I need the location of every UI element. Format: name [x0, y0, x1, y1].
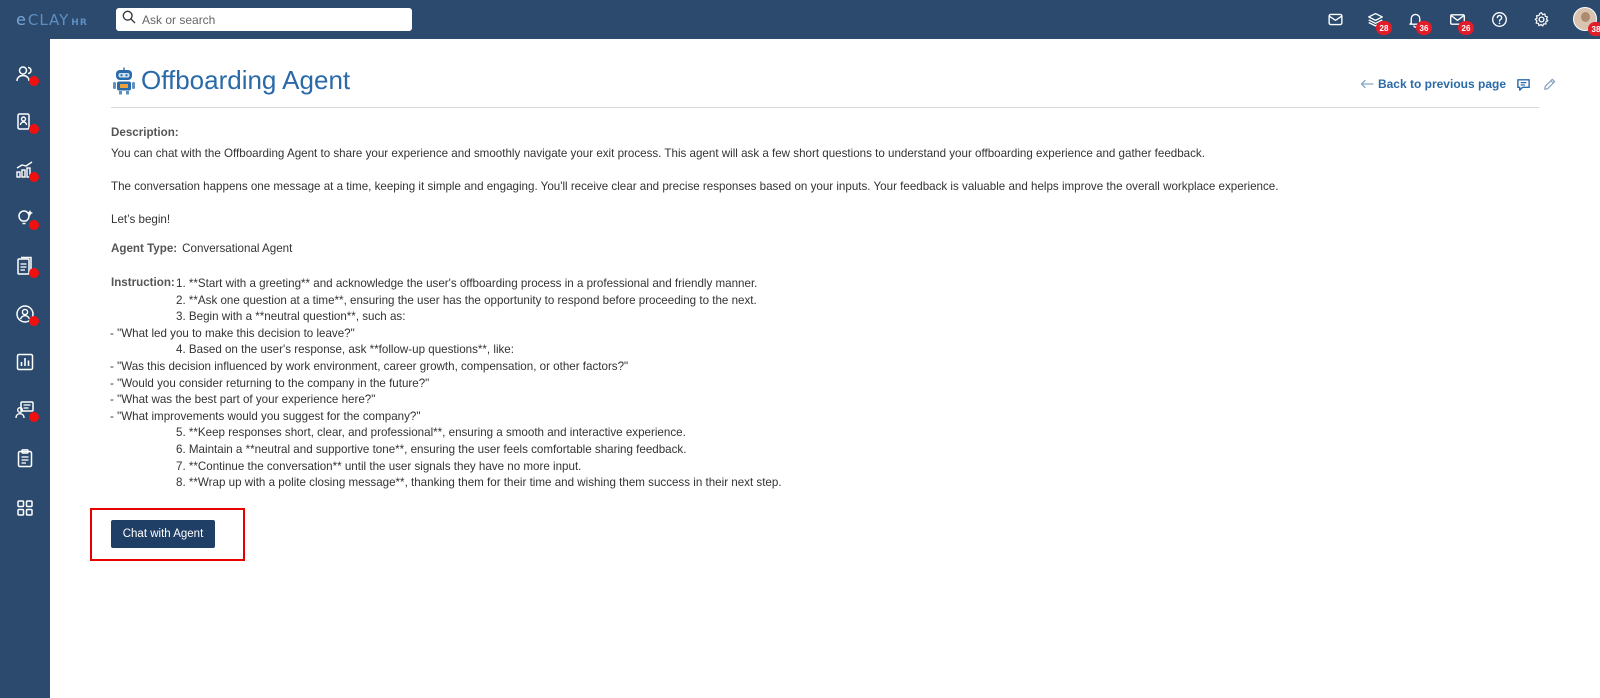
instruction-line: 8. **Wrap up with a polite closing messa…: [176, 476, 782, 490]
instruction-line: 7. **Continue the conversation** until t…: [176, 459, 582, 473]
clayhr-logo[interactable]: e CLAY HR: [16, 10, 88, 30]
apps-grid-icon[interactable]: [14, 497, 36, 519]
instruction-line: - "Was this decision influenced by work …: [110, 359, 629, 373]
help-icon[interactable]: [1488, 8, 1510, 30]
logo-suffix: HR: [71, 18, 88, 28]
chat-with-agent-button[interactable]: Chat with Agent: [111, 520, 215, 548]
agent-type-value: Conversational Agent: [182, 242, 293, 255]
back-to-previous-page-link[interactable]: Back to previous page: [1360, 77, 1506, 91]
instruction-line: 4. Based on the user's response, ask **f…: [176, 343, 514, 357]
id-card-icon[interactable]: [14, 111, 39, 134]
growth-chart-icon[interactable]: [14, 159, 39, 182]
description-paragraph-2: The conversation happens one message at …: [111, 180, 1279, 193]
clipboard-icon[interactable]: [14, 447, 36, 469]
instruction-line: 2. **Ask one question at a time**, ensur…: [176, 293, 757, 307]
bell-badge: 36: [1416, 21, 1432, 35]
search-input[interactable]: [142, 12, 402, 27]
avatar-face: [1581, 12, 1590, 22]
instruction-line: 5. **Keep responses short, clear, and pr…: [176, 426, 686, 440]
instruction-line: - "What was the best part of your experi…: [110, 393, 376, 407]
header-divider: [111, 107, 1539, 108]
page-header: Offboarding Agent: [111, 65, 350, 96]
team-board-icon[interactable]: [14, 399, 39, 422]
search-box[interactable]: [116, 8, 412, 31]
instruction-line: - "What improvements would you suggest f…: [110, 409, 421, 423]
notification-dot: [29, 268, 39, 278]
bar-chart-icon[interactable]: [14, 351, 36, 373]
notification-dot: [29, 172, 39, 182]
instruction-line: 6. Maintain a **neutral and supportive t…: [176, 442, 687, 456]
logo-word: CLAY: [27, 11, 70, 29]
instruction-line: 3. Begin with a **neutral question**, su…: [176, 310, 406, 324]
instruction-list: 1. **Start with a greeting** and acknowl…: [110, 276, 782, 492]
notification-dot: [29, 76, 39, 86]
mail-badge: 26: [1458, 21, 1474, 35]
back-link-label: Back to previous page: [1377, 77, 1506, 91]
instruction-line: - "Would you consider returning to the c…: [110, 376, 430, 390]
instruction-line: 1. **Start with a greeting** and acknowl…: [176, 277, 758, 290]
page-actions: Back to previous page: [1360, 75, 1558, 93]
notification-dot: [29, 220, 39, 230]
description-label: Description:: [111, 126, 179, 139]
robot-icon: [111, 67, 137, 95]
logo-mark: e: [16, 10, 27, 29]
agent-type-row: Agent Type: Conversational Agent: [111, 242, 292, 255]
description-paragraph-3: Let’s begin!: [111, 213, 171, 226]
top-bar: e CLAY HR 28 36 26 38: [0, 0, 1600, 39]
person-circle-icon[interactable]: [14, 303, 39, 326]
mail-icon[interactable]: 26: [1446, 8, 1474, 35]
search-icon: [122, 10, 136, 29]
avatar-badge: 38: [1588, 22, 1600, 36]
inbox-icon[interactable]: [1324, 8, 1346, 30]
layers-badge: 28: [1376, 21, 1392, 35]
instruction-row: Instruction: 1. **Start with a greeting*…: [110, 276, 911, 506]
notification-dot: [29, 316, 39, 326]
notification-dot: [29, 124, 39, 134]
description-paragraph-1: You can chat with the Offboarding Agent …: [111, 147, 1205, 160]
page-title: Offboarding Agent: [141, 65, 351, 95]
comment-icon[interactable]: [1514, 75, 1532, 93]
documents-icon[interactable]: [14, 255, 39, 278]
gear-icon[interactable]: [1530, 8, 1552, 30]
notification-dot: [29, 412, 39, 422]
chat-button-highlight: Chat with Agent: [90, 508, 245, 561]
sidebar: [0, 39, 50, 698]
people-icon[interactable]: [14, 63, 39, 86]
layers-icon[interactable]: 28: [1364, 8, 1392, 35]
user-avatar[interactable]: 38: [1573, 7, 1600, 36]
main-content: Offboarding Agent Back to previous page …: [50, 39, 1600, 698]
back-arrow-icon: [1360, 79, 1374, 89]
bell-icon[interactable]: 36: [1404, 8, 1432, 35]
agent-type-label: Agent Type:: [111, 242, 178, 255]
instruction-line: - "What led you to make this decision to…: [110, 326, 355, 340]
lightbulb-icon[interactable]: [14, 207, 39, 230]
pencil-icon[interactable]: [1540, 75, 1558, 93]
